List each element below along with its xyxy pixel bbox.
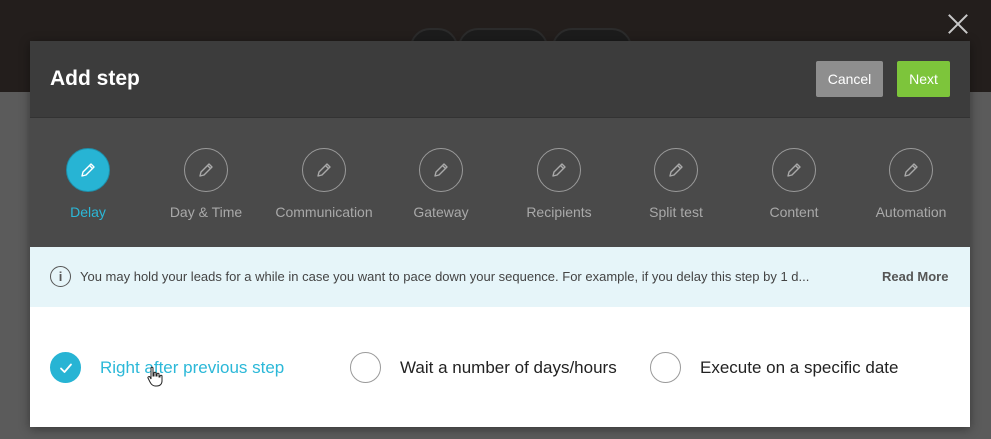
step-circle	[654, 148, 698, 192]
step-label: Delay	[70, 204, 106, 220]
pencil-icon	[669, 163, 683, 177]
step-split-test[interactable]: Split test	[616, 148, 736, 228]
pencil-icon	[317, 163, 331, 177]
step-label: Gateway	[413, 204, 469, 220]
option-right-after-previous-step[interactable]: Right after previous step	[50, 352, 284, 383]
step-circle	[419, 148, 463, 192]
radio-unchecked[interactable]	[350, 352, 381, 383]
step-circle	[66, 148, 110, 192]
option-label: Right after previous step	[100, 357, 285, 377]
step-label: Communication	[275, 204, 373, 220]
hand-cursor-icon	[147, 366, 163, 387]
step-circle	[302, 148, 346, 192]
step-wizard: Delay Day & Time Communication Gateway R…	[30, 118, 970, 247]
checkmark-icon	[59, 363, 72, 373]
add-step-modal: Add step Cancel Next Delay Day & Time Co…	[30, 41, 970, 427]
step-label: Day & Time	[169, 204, 243, 220]
pencil-icon	[199, 163, 213, 177]
step-circle	[184, 148, 228, 192]
step-label: Split test	[649, 204, 703, 220]
step-communication[interactable]: Communication	[264, 148, 384, 228]
step-automation[interactable]: Automation	[851, 148, 971, 228]
close-icon[interactable]	[944, 10, 972, 38]
step-label: Recipients	[526, 204, 592, 220]
info-icon: i	[50, 266, 71, 287]
info-bar: i You may hold your leads for a while in…	[30, 247, 970, 307]
next-button[interactable]: Next	[897, 61, 950, 97]
pencil-icon	[904, 163, 918, 177]
step-day-time[interactable]: Day & Time	[146, 148, 266, 228]
option-specific-date[interactable]: Execute on a specific date	[650, 352, 898, 383]
pencil-icon	[434, 163, 448, 177]
delay-options: Right after previous step Wait a number …	[30, 307, 970, 427]
option-label: Wait a number of days/hours	[400, 357, 617, 377]
step-label: Content	[769, 204, 819, 220]
radio-checked[interactable]	[50, 352, 81, 383]
option-wait-days-hours[interactable]: Wait a number of days/hours	[350, 352, 617, 383]
step-content[interactable]: Content	[734, 148, 854, 228]
modal-header: Add step Cancel Next	[30, 41, 970, 118]
step-circle	[889, 148, 933, 192]
pencil-icon	[81, 163, 95, 177]
option-label: Execute on a specific date	[700, 357, 899, 377]
modal-title: Add step	[50, 67, 140, 90]
read-more-link[interactable]: Read More	[882, 269, 948, 284]
pencil-icon	[552, 163, 566, 177]
step-circle	[772, 148, 816, 192]
step-gateway[interactable]: Gateway	[381, 148, 501, 228]
cancel-button[interactable]: Cancel	[816, 61, 883, 97]
pencil-icon	[787, 163, 801, 177]
info-text: You may hold your leads for a while in c…	[80, 269, 810, 284]
step-delay[interactable]: Delay	[28, 148, 148, 228]
step-label: Automation	[875, 204, 947, 220]
radio-unchecked[interactable]	[650, 352, 681, 383]
step-recipients[interactable]: Recipients	[499, 148, 619, 228]
step-circle	[537, 148, 581, 192]
